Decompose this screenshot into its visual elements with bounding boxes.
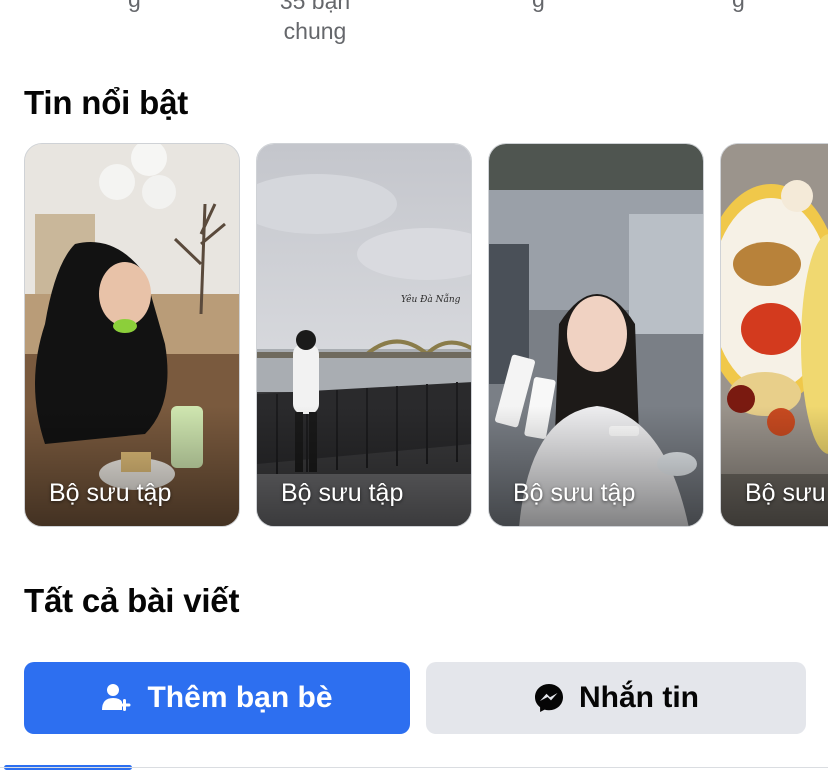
highlight-card[interactable]: Yêu Đà Nẵng Bộ sưu tập	[256, 143, 472, 527]
highlight-card[interactable]: Bộ sưu tập	[720, 143, 828, 527]
highlight-label: Bộ sưu tập	[513, 479, 636, 507]
person-add-icon	[101, 682, 133, 714]
mutual-friends-fragment: g 35 bạn chung g g	[0, 0, 828, 48]
divider	[0, 767, 828, 768]
profile-actions: Thêm bạn bè Nhắn tin	[24, 662, 806, 734]
highlight-label: Bộ sưu tập	[745, 479, 828, 507]
highlights-title: Tin nổi bật	[24, 84, 189, 121]
highlight-card[interactable]: Bộ sưu tập	[24, 143, 240, 527]
highlight-card[interactable]: Bộ sưu tập	[488, 143, 704, 527]
photo-overlay-text: Yêu Đà Nẵng	[401, 293, 461, 305]
message-label: Nhắn tin	[579, 681, 699, 714]
message-button[interactable]: Nhắn tin	[426, 662, 806, 734]
highlight-label: Bộ sưu tập	[49, 479, 172, 507]
highlights-carousel[interactable]: Bộ sưu tập Yêu Đà Nẵng Bộ sưu tập Bộ sưu…	[24, 143, 828, 527]
add-friend-label: Thêm bạn bè	[147, 681, 333, 714]
highlight-label: Bộ sưu tập	[281, 479, 404, 507]
mutual-friends-count[interactable]: 35 bạn chung	[248, 0, 382, 46]
add-friend-button[interactable]: Thêm bạn bè	[24, 662, 410, 734]
all-posts-title: Tất cả bài viết	[24, 582, 240, 619]
messenger-icon	[533, 682, 565, 714]
